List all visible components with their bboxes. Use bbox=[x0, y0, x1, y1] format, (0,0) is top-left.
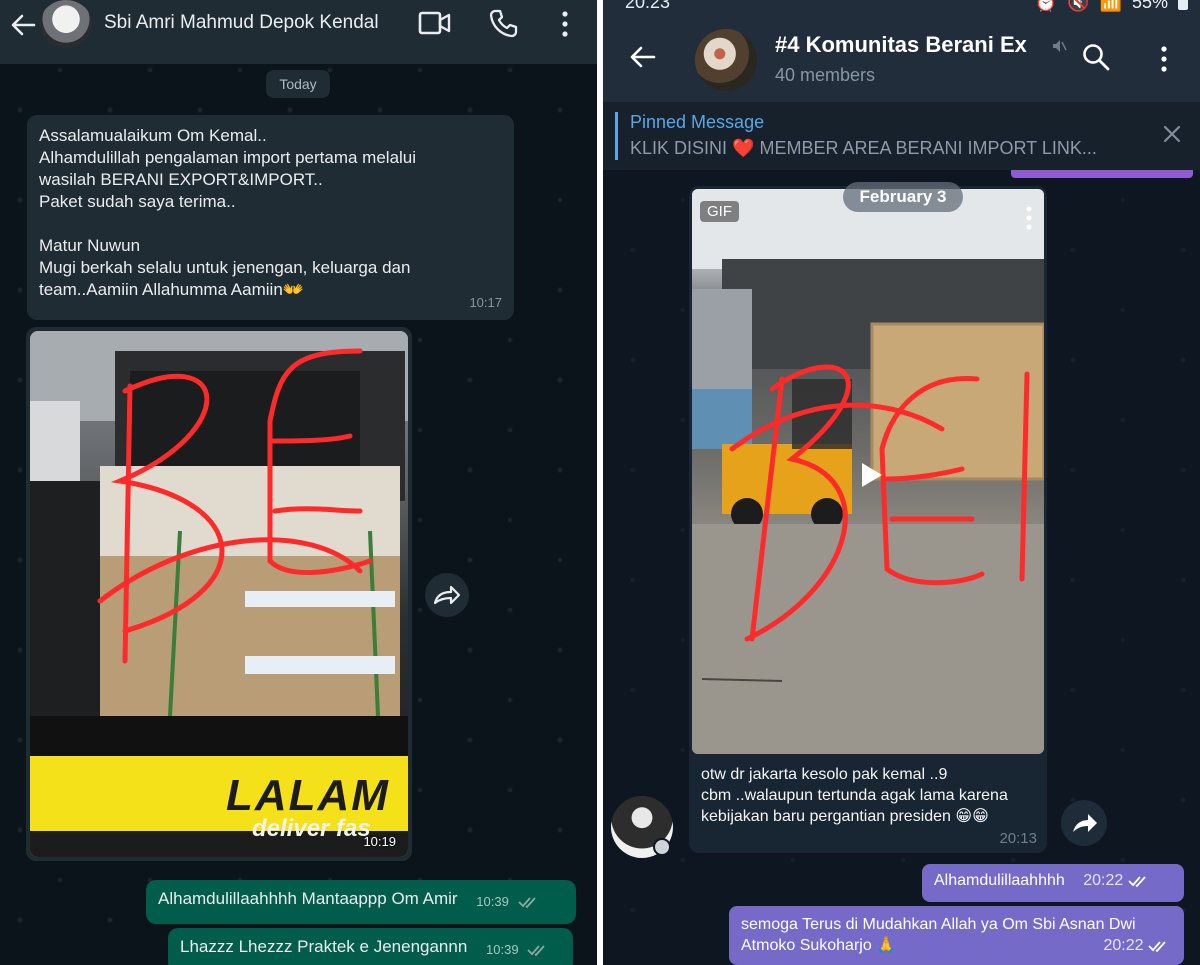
group-avatar[interactable] bbox=[695, 29, 757, 91]
message-text: Alhamdulillaahhhh Mantaappp Om Amir bbox=[158, 889, 458, 908]
message-time: 10:39 bbox=[476, 894, 509, 909]
status-icons: ⏰ 🔇 📶 55% bbox=[1035, 0, 1188, 13]
media-message-bubble[interactable]: GIF February 3 otw dr jakarta kesolo pak… bbox=[689, 182, 1047, 853]
outgoing-message-bubble[interactable]: semoga Terus di Mudahkan Allah ya Om Sbi… bbox=[729, 906, 1184, 965]
outgoing-message-bubble[interactable]: Lhazzz Lhezzz Praktek e Jenengannn 10:39 bbox=[168, 928, 573, 965]
date-separator: Today bbox=[266, 70, 330, 98]
battery-level: 55% bbox=[1131, 0, 1168, 12]
message-time: 10:17 bbox=[469, 295, 502, 310]
whatsapp-chat-screen: Sbi Amri Mahmud Depok Kendal Today Assal… bbox=[0, 0, 597, 965]
pinned-indicator bbox=[615, 112, 618, 160]
chat-header: Sbi Amri Mahmud Depok Kendal bbox=[0, 0, 597, 64]
more-options-icon[interactable] bbox=[558, 10, 572, 38]
photo-message-bubble[interactable]: LALAM deliver fas 10:19 bbox=[26, 327, 412, 861]
gif-video[interactable]: GIF bbox=[692, 189, 1044, 754]
outgoing-message-bubble[interactable]: Alhamdulillaahhhh Mantaappp Om Amir 10:3… bbox=[146, 880, 576, 924]
pinned-text: KLIK DISINI ❤️ MEMBER AREA BERANI IMPORT… bbox=[630, 138, 1097, 158]
telegram-chat-screen: 20:23 ⏰ 🔇 📶 55% #4 Komunitas Berani Ex 4… bbox=[603, 0, 1200, 965]
contact-name[interactable]: Sbi Amri Mahmud Depok Kendal bbox=[104, 12, 379, 34]
status-bar: 20:23 ⏰ 🔇 📶 55% bbox=[603, 0, 1200, 14]
play-icon[interactable] bbox=[852, 457, 888, 493]
caption-line: otw dr jakarta kesolo pak kemal ..9 bbox=[701, 766, 948, 783]
message-line: Paket sudah saya terima.. bbox=[39, 192, 236, 211]
forward-button[interactable] bbox=[425, 573, 469, 617]
incoming-message-bubble[interactable]: Assalamualaikum Om Kemal.. Alhamdulillah… bbox=[27, 115, 514, 320]
read-receipt-icon bbox=[1128, 876, 1146, 888]
muted-icon bbox=[1053, 40, 1067, 52]
caption-line: cbm ..walaupun tertunda agak lama karena bbox=[701, 787, 1008, 804]
message-line: Mugi berkah selalu untuk jenengan, kelua… bbox=[39, 258, 411, 277]
status-time: 20:23 bbox=[625, 0, 671, 12]
message-line: team..Aamiin Allahumma Aamiin👐 bbox=[39, 280, 304, 299]
pinned-title: Pinned Message bbox=[630, 112, 765, 132]
mute-icon: 🔇 bbox=[1067, 0, 1090, 12]
close-icon[interactable] bbox=[1162, 124, 1182, 144]
forward-button[interactable] bbox=[1061, 800, 1107, 846]
chat-header: #4 Komunitas Berani Ex 40 members bbox=[603, 14, 1200, 102]
message-line: wasilah BERANI EXPORT&IMPORT.. bbox=[39, 170, 323, 189]
photo-time: 10:19 bbox=[363, 834, 396, 849]
group-title[interactable]: #4 Komunitas Berani Ex bbox=[775, 32, 1045, 58]
read-receipt-icon bbox=[517, 897, 536, 909]
read-receipt-icon bbox=[1148, 941, 1166, 953]
message-time: 10:39 bbox=[486, 942, 519, 957]
read-receipt-icon bbox=[527, 945, 546, 957]
sender-status-dot bbox=[653, 838, 671, 856]
message-text-line: Atmoko Sukoharjo 🙏 bbox=[741, 937, 897, 954]
gif-label: GIF bbox=[700, 201, 739, 222]
message-time: 20:13 bbox=[999, 830, 1037, 847]
message-text: Lhazzz Lhezzz Praktek e Jenengannn bbox=[180, 937, 468, 956]
delivery-photo[interactable]: LALAM deliver fas 10:19 bbox=[30, 331, 408, 857]
message-line: Alhamdulillah pengalaman import pertama … bbox=[39, 148, 417, 167]
date-chip: February 3 bbox=[843, 182, 963, 212]
battery-icon bbox=[1178, 0, 1188, 10]
more-options-icon[interactable] bbox=[1158, 45, 1170, 73]
member-count: 40 members bbox=[775, 65, 876, 85]
message-line: Matur Nuwun bbox=[39, 236, 141, 255]
phone-call-icon[interactable] bbox=[488, 8, 518, 38]
alarm-icon: ⏰ bbox=[1034, 0, 1058, 12]
video-call-icon[interactable] bbox=[418, 10, 452, 36]
forward-icon bbox=[1073, 814, 1097, 832]
caption-line: kebijakan baru pergantian presiden 😁😁 bbox=[701, 808, 989, 825]
sticker-edge bbox=[1011, 170, 1193, 178]
wifi-signal-icon: 📶 bbox=[1099, 0, 1122, 12]
panel-divider bbox=[597, 0, 603, 965]
pinned-message-bar[interactable]: Pinned Message KLIK DISINI ❤️ MEMBER ARE… bbox=[603, 102, 1200, 170]
message-line bbox=[39, 213, 502, 235]
contact-avatar[interactable] bbox=[40, 0, 92, 48]
message-time: 20:22 bbox=[1103, 937, 1144, 954]
outgoing-message-bubble[interactable]: Alhamdulillaahhhh 20:22 bbox=[922, 864, 1184, 902]
message-text: Alhamdulillaahhhh bbox=[934, 872, 1065, 889]
message-text-line: semoga Terus di Mudahkan Allah ya Om Sbi… bbox=[741, 916, 1136, 933]
back-arrow-icon[interactable] bbox=[629, 44, 657, 70]
bei-watermark bbox=[97, 348, 373, 664]
back-arrow-icon[interactable] bbox=[8, 10, 38, 40]
search-icon[interactable] bbox=[1081, 42, 1111, 72]
message-line: Assalamualaikum Om Kemal.. bbox=[39, 126, 267, 145]
message-time: 20:22 bbox=[1083, 872, 1124, 889]
media-more-icon[interactable] bbox=[1024, 205, 1034, 231]
forward-icon bbox=[433, 585, 461, 605]
media-caption: otw dr jakarta kesolo pak kemal ..9 cbm … bbox=[701, 764, 1041, 827]
